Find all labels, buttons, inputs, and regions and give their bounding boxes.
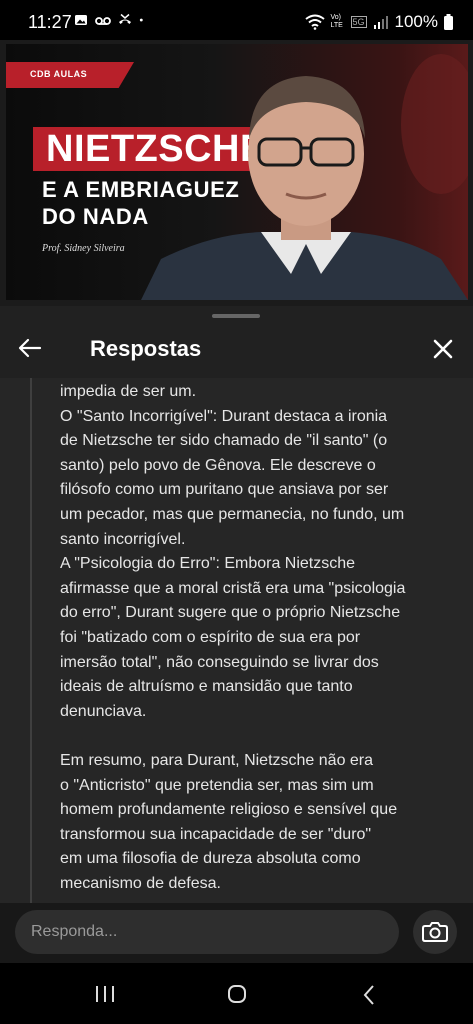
- video-thumbnail[interactable]: CDB AULAS NIETZSCHE E A EMBRIAGUEZ DO NA…: [6, 44, 468, 300]
- drag-handle[interactable]: [212, 314, 260, 318]
- reply-line: em uma filosofia de dureza absoluta como: [60, 850, 361, 868]
- battery-icon: [444, 14, 453, 30]
- status-bar: 11:27 Vo) LTE 5G 100%: [0, 0, 473, 40]
- video-player[interactable]: CDB AULAS NIETZSCHE E A EMBRIAGUEZ DO NA…: [0, 40, 473, 306]
- volte-label: Vo) LTE: [330, 14, 343, 29]
- home-icon[interactable]: [227, 984, 247, 1004]
- reply-line: A "Psicologia do Erro": Embora Nietzsche: [60, 555, 356, 573]
- reply-line: ideais de altruísmo e mansidão que tanto: [60, 678, 353, 696]
- page-title: Respostas: [90, 336, 202, 361]
- reply-line: homem profundamente religioso e sensível…: [60, 801, 398, 819]
- nav-back-icon[interactable]: [362, 984, 376, 1006]
- reply-line: foi "batizado com o espírito de sua era …: [60, 628, 361, 646]
- status-time: 11:27: [28, 12, 72, 32]
- status-notification-icons: [74, 13, 147, 27]
- thread-line: [30, 378, 32, 903]
- reply-line: um pecador, mas que permanecia, no fundo…: [60, 505, 405, 523]
- replies-header: [0, 320, 473, 378]
- reply-line: o "Anticristo" que pretendia ser, mas si…: [60, 776, 374, 794]
- reply-line: imersão total", não conseguindo se livra…: [60, 653, 379, 671]
- wifi-icon: [304, 14, 325, 30]
- presenter-name: Prof. Sidney Silveira: [42, 243, 125, 254]
- gallery-icon: [75, 15, 87, 25]
- voicemail-icon: [95, 17, 111, 25]
- signal-icon: [373, 16, 388, 29]
- reply-line: afirmasse que a moral cristã era uma "ps…: [60, 579, 406, 597]
- reply-line: santo) pelo povo de Gênova. Ele descreve…: [60, 456, 376, 474]
- reply-line: filósofo como um puritano que ansiava po…: [60, 481, 389, 499]
- reply-line: denunciava.: [60, 702, 147, 720]
- close-icon[interactable]: [428, 334, 458, 364]
- reply-line: santo incorrigível.: [60, 530, 186, 548]
- brand-logo-text: CDB AULAS: [30, 69, 88, 79]
- reply-text: impedia de ser um. O "Santo Incorrigível…: [60, 380, 450, 896]
- reply-input[interactable]: [15, 910, 399, 954]
- reply-line: mecanismo de defesa.: [60, 874, 221, 892]
- missed-call-icon: [119, 13, 131, 24]
- reply-line: de Nietzsche ter sido chamado de "il san…: [60, 432, 388, 450]
- battery-percent: 100%: [394, 12, 438, 31]
- reply-line: O "Santo Incorrigível": Durant destaca a…: [60, 407, 388, 425]
- camera-icon: [422, 922, 448, 942]
- presenter-portrait: [141, 54, 468, 300]
- status-system-icons: Vo) LTE 5G 100%: [304, 12, 453, 32]
- recent-apps-icon[interactable]: [94, 984, 116, 1004]
- video-title-line3: DO NADA: [42, 204, 149, 229]
- arrow-left-icon[interactable]: [16, 334, 44, 362]
- reply-line: transformou sua incapacidade de ser "dur…: [60, 825, 372, 843]
- camera-button[interactable]: [413, 910, 457, 954]
- reply-line: do erro", Durant sugere que o próprio Ni…: [60, 604, 401, 622]
- 5g-label: 5G: [350, 16, 367, 28]
- reply-line: Em resumo, para Durant, Nietzsche não er…: [60, 751, 374, 769]
- reply-line: impedia de ser um.: [60, 383, 197, 400]
- dot-icon: [139, 18, 143, 22]
